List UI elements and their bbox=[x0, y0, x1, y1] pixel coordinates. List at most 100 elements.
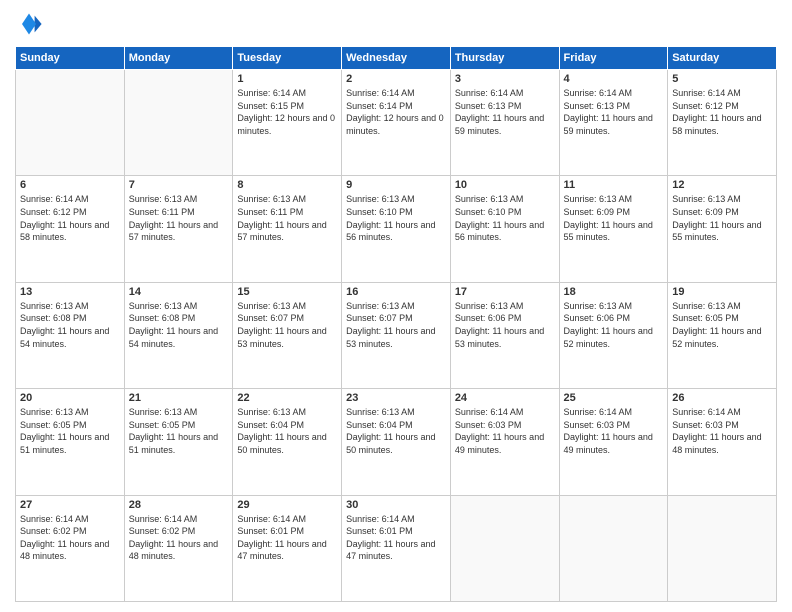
calendar-header: SundayMondayTuesdayWednesdayThursdayFrid… bbox=[16, 47, 777, 70]
day-number: 27 bbox=[20, 499, 120, 511]
calendar-cell: 2Sunrise: 6:14 AM Sunset: 6:14 PM Daylig… bbox=[342, 70, 451, 176]
day-number: 4 bbox=[564, 73, 664, 85]
day-number: 23 bbox=[346, 392, 446, 404]
logo bbox=[15, 10, 47, 38]
day-number: 22 bbox=[237, 392, 337, 404]
calendar-cell: 26 Sunrise: 6:14 AM Sunset: 6:03 PM Dayli… bbox=[668, 389, 777, 495]
day-info: Sunrise: 6:14 AM Sunset: 6:13 PM Dayligh… bbox=[455, 87, 555, 137]
calendar-cell: 14 Sunrise: 6:13 AM Sunset: 6:08 PM Dayli… bbox=[124, 282, 233, 388]
day-number: 5 bbox=[672, 73, 772, 85]
day-info: Sunrise: 6:14 AM Sunset: 6:01 PM Dayligh… bbox=[346, 513, 446, 563]
day-info: Sunrise: 6:13 AM Sunset: 6:09 PM Dayligh… bbox=[564, 193, 664, 243]
calendar-cell: 16 Sunrise: 6:13 AM Sunset: 6:07 PM Dayli… bbox=[342, 282, 451, 388]
calendar-cell: 21Sunrise: 6:13 AM Sunset: 6:05 PM Dayli… bbox=[124, 389, 233, 495]
day-info: Sunrise: 6:13 AM Sunset: 6:04 PM Dayligh… bbox=[237, 406, 337, 456]
day-info: Sunrise: 6:14 AM Sunset: 6:03 PM Dayligh… bbox=[455, 406, 555, 456]
day-number: 10 bbox=[455, 179, 555, 191]
calendar-table: SundayMondayTuesdayWednesdayThursdayFrid… bbox=[15, 46, 777, 602]
day-info: Sunrise: 6:14 AM Sunset: 6:12 PM Dayligh… bbox=[672, 87, 772, 137]
calendar-cell: 29Sunrise: 6:14 AM Sunset: 6:01 PM Dayli… bbox=[233, 495, 342, 601]
page: SundayMondayTuesdayWednesdayThursdayFrid… bbox=[0, 0, 792, 612]
day-number: 8 bbox=[237, 179, 337, 191]
day-number: 25 bbox=[564, 392, 664, 404]
calendar-week-row: 27 Sunrise: 6:14 AM Sunset: 6:02 PM Dayli… bbox=[16, 495, 777, 601]
day-info: Sunrise: 6:13 AM Sunset: 6:11 PM Dayligh… bbox=[237, 193, 337, 243]
day-number: 11 bbox=[564, 179, 664, 191]
day-info: Sunrise: 6:14 AM Sunset: 6:02 PM Dayligh… bbox=[129, 513, 229, 563]
day-of-week-header: Saturday bbox=[668, 47, 777, 70]
day-number: 7 bbox=[129, 179, 229, 191]
day-info: Sunrise: 6:13 AM Sunset: 6:10 PM Dayligh… bbox=[455, 193, 555, 243]
calendar-week-row: 1 Sunrise: 6:14 AM Sunset: 6:15 PM Daylig… bbox=[16, 70, 777, 176]
logo-icon bbox=[15, 10, 43, 38]
calendar-cell bbox=[450, 495, 559, 601]
day-info: Sunrise: 6:13 AM Sunset: 6:07 PM Dayligh… bbox=[237, 300, 337, 350]
day-info: Sunrise: 6:14 AM Sunset: 6:03 PM Dayligh… bbox=[672, 406, 772, 456]
day-info: Sunrise: 6:13 AM Sunset: 6:05 PM Dayligh… bbox=[20, 406, 120, 456]
calendar-cell: 9 Sunrise: 6:13 AM Sunset: 6:10 PM Daylig… bbox=[342, 176, 451, 282]
calendar-cell: 27Sunrise: 6:14 AM Sunset: 6:02 PM Dayli… bbox=[16, 495, 125, 601]
calendar-cell: 7Sunrise: 6:13 AM Sunset: 6:11 PM Daylig… bbox=[124, 176, 233, 282]
day-of-week-header: Monday bbox=[124, 47, 233, 70]
calendar-cell: 25 Sunrise: 6:14 AM Sunset: 6:03 PM Dayli… bbox=[559, 389, 668, 495]
day-number: 24 bbox=[455, 392, 555, 404]
day-info: Sunrise: 6:14 AM Sunset: 6:12 PM Dayligh… bbox=[20, 193, 120, 243]
day-info: Sunrise: 6:13 AM Sunset: 6:06 PM Dayligh… bbox=[455, 300, 555, 350]
day-info: Sunrise: 6:13 AM Sunset: 6:04 PM Dayligh… bbox=[346, 406, 446, 456]
day-of-week-header: Sunday bbox=[16, 47, 125, 70]
calendar-week-row: 13 Sunrise: 6:13 AM Sunset: 6:08 PM Dayli… bbox=[16, 282, 777, 388]
calendar-cell: 11 Sunrise: 6:13 AM Sunset: 6:09 PM Dayli… bbox=[559, 176, 668, 282]
day-info: Sunrise: 6:14 AM Sunset: 6:01 PM Dayligh… bbox=[237, 513, 337, 563]
day-number: 28 bbox=[129, 499, 229, 511]
day-number: 9 bbox=[346, 179, 446, 191]
day-info: Sunrise: 6:13 AM Sunset: 6:06 PM Dayligh… bbox=[564, 300, 664, 350]
day-info: Sunrise: 6:13 AM Sunset: 6:07 PM Dayligh… bbox=[346, 300, 446, 350]
day-number: 20 bbox=[20, 392, 120, 404]
calendar-cell: 15 Sunrise: 6:13 AM Sunset: 6:07 PM Dayli… bbox=[233, 282, 342, 388]
day-number: 3 bbox=[455, 73, 555, 85]
calendar-week-row: 6 Sunrise: 6:14 AM Sunset: 6:12 PM Daylig… bbox=[16, 176, 777, 282]
calendar-cell: 28 Sunrise: 6:14 AM Sunset: 6:02 PM Dayli… bbox=[124, 495, 233, 601]
day-number: 1 bbox=[237, 73, 337, 85]
day-number: 12 bbox=[672, 179, 772, 191]
day-info: Sunrise: 6:13 AM Sunset: 6:10 PM Dayligh… bbox=[346, 193, 446, 243]
day-info: Sunrise: 6:13 AM Sunset: 6:08 PM Dayligh… bbox=[20, 300, 120, 350]
calendar-cell: 6 Sunrise: 6:14 AM Sunset: 6:12 PM Daylig… bbox=[16, 176, 125, 282]
calendar-cell bbox=[16, 70, 125, 176]
day-info: Sunrise: 6:13 AM Sunset: 6:08 PM Dayligh… bbox=[129, 300, 229, 350]
day-of-week-header: Thursday bbox=[450, 47, 559, 70]
calendar-cell bbox=[668, 495, 777, 601]
day-info: Sunrise: 6:14 AM Sunset: 6:15 PM Dayligh… bbox=[237, 87, 337, 137]
day-of-week-header: Wednesday bbox=[342, 47, 451, 70]
calendar-body: 1 Sunrise: 6:14 AM Sunset: 6:15 PM Daylig… bbox=[16, 70, 777, 602]
day-number: 17 bbox=[455, 286, 555, 298]
day-of-week-header: Tuesday bbox=[233, 47, 342, 70]
day-number: 16 bbox=[346, 286, 446, 298]
day-number: 18 bbox=[564, 286, 664, 298]
calendar-cell: 8 Sunrise: 6:13 AM Sunset: 6:11 PM Daylig… bbox=[233, 176, 342, 282]
day-info: Sunrise: 6:14 AM Sunset: 6:13 PM Dayligh… bbox=[564, 87, 664, 137]
calendar-cell: 1 Sunrise: 6:14 AM Sunset: 6:15 PM Daylig… bbox=[233, 70, 342, 176]
calendar-cell: 23 Sunrise: 6:13 AM Sunset: 6:04 PM Dayli… bbox=[342, 389, 451, 495]
day-number: 21 bbox=[129, 392, 229, 404]
day-of-week-header: Friday bbox=[559, 47, 668, 70]
day-number: 19 bbox=[672, 286, 772, 298]
header bbox=[15, 10, 777, 38]
day-number: 13 bbox=[20, 286, 120, 298]
calendar-cell: 3 Sunrise: 6:14 AM Sunset: 6:13 PM Daylig… bbox=[450, 70, 559, 176]
calendar-cell: 4 Sunrise: 6:14 AM Sunset: 6:13 PM Daylig… bbox=[559, 70, 668, 176]
calendar-cell: 5 Sunrise: 6:14 AM Sunset: 6:12 PM Daylig… bbox=[668, 70, 777, 176]
calendar-cell: 17 Sunrise: 6:13 AM Sunset: 6:06 PM Dayli… bbox=[450, 282, 559, 388]
day-number: 6 bbox=[20, 179, 120, 191]
day-number: 26 bbox=[672, 392, 772, 404]
day-number: 2 bbox=[346, 73, 446, 85]
calendar-cell: 24 Sunrise: 6:14 AM Sunset: 6:03 PM Dayli… bbox=[450, 389, 559, 495]
calendar-week-row: 20 Sunrise: 6:13 AM Sunset: 6:05 PM Dayli… bbox=[16, 389, 777, 495]
day-number: 14 bbox=[129, 286, 229, 298]
calendar-cell: 13 Sunrise: 6:13 AM Sunset: 6:08 PM Dayli… bbox=[16, 282, 125, 388]
day-info: Sunrise: 6:14 AM Sunset: 6:03 PM Dayligh… bbox=[564, 406, 664, 456]
days-of-week-row: SundayMondayTuesdayWednesdayThursdayFrid… bbox=[16, 47, 777, 70]
day-number: 30 bbox=[346, 499, 446, 511]
day-number: 15 bbox=[237, 286, 337, 298]
day-info: Sunrise: 6:13 AM Sunset: 6:09 PM Dayligh… bbox=[672, 193, 772, 243]
